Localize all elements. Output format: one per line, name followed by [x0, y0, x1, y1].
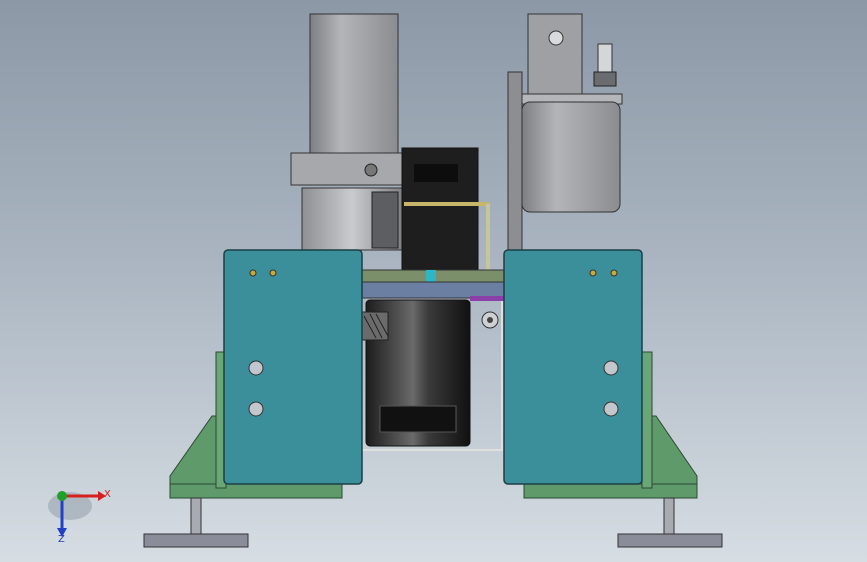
- worm-gear: [361, 311, 389, 341]
- right-foot-stem: [663, 497, 675, 535]
- right-plate-hole-top-1: [589, 269, 597, 277]
- left-side-plate[interactable]: [223, 249, 363, 485]
- cad-viewport[interactable]: X Z: [0, 0, 867, 562]
- right-motor-mount: [527, 13, 583, 99]
- left-plate-hole-top-1: [249, 269, 257, 277]
- left-foot-stem: [190, 497, 202, 535]
- right-motor-nut: [593, 71, 617, 87]
- left-plate-hole-top-2: [269, 269, 277, 277]
- right-motor-shaft: [597, 43, 613, 75]
- left-coupling: [371, 191, 399, 249]
- left-plate-bolt-lower: [248, 401, 264, 417]
- rear-bracket: [401, 147, 490, 279]
- left-foot[interactable]: [143, 497, 249, 548]
- drum-window: [379, 405, 457, 433]
- right-post: [507, 71, 523, 255]
- left-plate-bolt-upper: [248, 360, 264, 376]
- x-axis-label: X: [104, 489, 111, 500]
- right-motor-mount-hole: [548, 30, 564, 46]
- y-axis-dot: [57, 491, 67, 501]
- right-foot-pad: [617, 533, 723, 548]
- axis-triad: X Z: [48, 489, 111, 545]
- left-motor-flange: [290, 152, 416, 186]
- right-motor[interactable]: [507, 13, 623, 255]
- right-motor-body: [521, 101, 621, 213]
- z-axis-label: Z: [58, 534, 65, 545]
- right-foot[interactable]: [617, 497, 723, 548]
- left-foot-pad: [143, 533, 249, 548]
- right-plate-bolt-lower: [603, 401, 619, 417]
- right-side-plate[interactable]: [503, 249, 643, 485]
- idler-pulley: [481, 311, 499, 329]
- left-motor[interactable]: [290, 13, 416, 251]
- right-plate-bolt-upper: [603, 360, 619, 376]
- left-motor-bolt: [364, 163, 378, 177]
- left-motor-body: [309, 13, 399, 157]
- cross-beam: [361, 269, 505, 301]
- right-plate-hole-top-2: [610, 269, 618, 277]
- drive-drum[interactable]: [361, 295, 503, 451]
